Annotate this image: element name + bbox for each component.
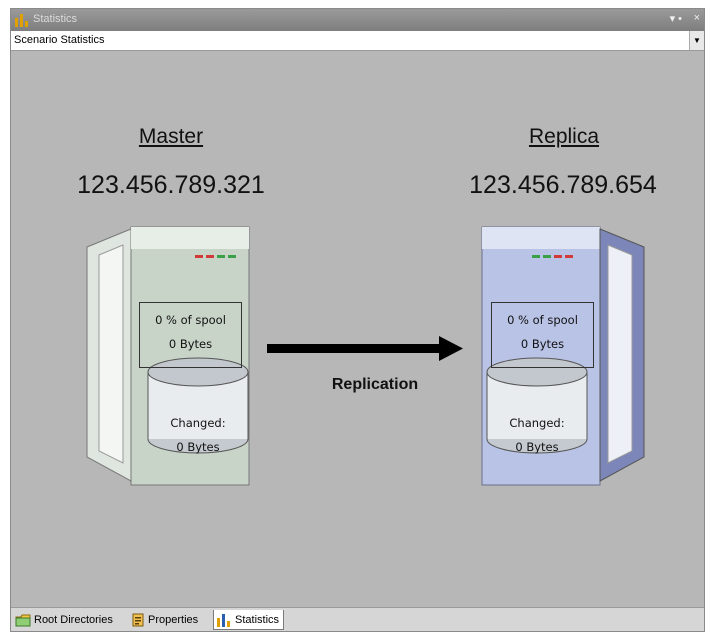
tab-properties[interactable]: Properties: [129, 610, 202, 630]
master-name: Master: [138, 125, 204, 148]
replication-arrow-icon: [267, 336, 463, 361]
replica-spool-bytes: 0 Bytes: [520, 337, 565, 351]
master-ip: 123.456.789.321: [77, 171, 265, 199]
close-button[interactable]: ×: [694, 12, 700, 24]
bar-chart-icon: [217, 613, 230, 627]
tab-root-directories[interactable]: Root Directories: [13, 610, 117, 630]
master-spool-percent: 0 % of spool: [155, 313, 226, 327]
replica-spool-percent: 0 % of spool: [507, 313, 578, 327]
pin-button[interactable]: ▾ •: [670, 12, 682, 25]
master-spool-bytes: 0 Bytes: [168, 337, 213, 351]
master-changed-bytes: 0 Bytes: [176, 440, 220, 454]
replica-name: Replica: [528, 125, 600, 148]
replica-changed-bytes: 0 Bytes: [515, 440, 559, 454]
tab-label: Properties: [148, 614, 199, 626]
chevron-down-icon[interactable]: ▼: [689, 31, 704, 50]
master-changed-label: Changed:: [170, 416, 226, 430]
bar-chart-icon: [15, 14, 28, 27]
replication-label: Replication: [331, 376, 419, 393]
replica-ip: 123.456.789.654: [469, 171, 657, 199]
folder-icon: [15, 614, 31, 626]
master-spool-box: 0 % of spool 0 Bytes: [139, 302, 242, 368]
replica-changed-label: Changed:: [509, 416, 565, 430]
replica-spool-box: 0 % of spool 0 Bytes: [491, 302, 594, 368]
statistics-window: Statistics ▾ • × Scenario Statistics ▼ M…: [10, 8, 705, 632]
properties-icon: [132, 613, 144, 627]
title-bar: Statistics ▾ • ×: [11, 9, 704, 31]
tab-label: Statistics: [235, 613, 280, 626]
tab-statistics[interactable]: Statistics: [213, 610, 285, 630]
bottom-tab-bar: Root Directories Properties Statistics: [11, 607, 704, 631]
statistics-canvas: Master 123.456.789.321 0 % of spool 0 By…: [11, 51, 704, 607]
window-title: Statistics: [33, 13, 78, 25]
tab-label: Root Directories: [34, 614, 113, 626]
scenario-selector-value: Scenario Statistics: [14, 34, 105, 46]
scenario-selector[interactable]: Scenario Statistics ▼: [11, 31, 704, 51]
